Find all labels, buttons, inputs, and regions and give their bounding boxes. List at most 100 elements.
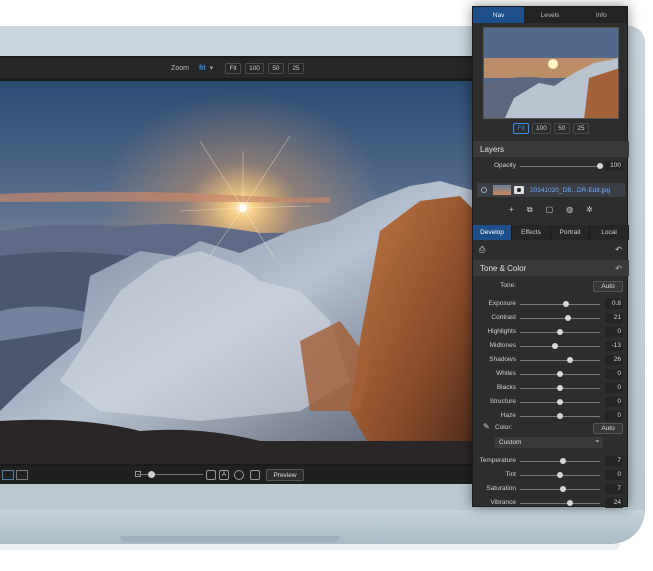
slider-value[interactable]: 0: [605, 327, 623, 337]
slider-value[interactable]: 7: [605, 484, 623, 494]
layer-mask-icon[interactable]: [514, 186, 524, 194]
nav-zoom-100-button[interactable]: 100: [532, 123, 551, 134]
crop-tool-icon[interactable]: ⎙: [479, 245, 485, 255]
slider-value[interactable]: 21: [605, 313, 623, 323]
slider-knob[interactable]: [557, 399, 563, 405]
slider-track[interactable]: [520, 360, 600, 361]
slider-label: Structure: [489, 398, 516, 405]
layer-thumbnail: [493, 185, 511, 195]
slider-row: Structure 0: [473, 396, 629, 409]
nav-zoom-50-button[interactable]: 50: [553, 123, 570, 134]
slider-knob[interactable]: [565, 315, 571, 321]
slider-label: Tint: [505, 471, 516, 478]
zoom-fit-button[interactable]: Fit: [225, 62, 242, 74]
tone-color-header[interactable]: Tone & Color ↶: [473, 260, 629, 276]
duplicate-icon[interactable]: ⧉: [527, 205, 533, 219]
layer-item[interactable]: 20141020_DB...DR-Edit.jpg: [477, 183, 625, 197]
tone-auto-button[interactable]: Auto: [593, 281, 623, 292]
slider-row: Saturation 7: [473, 483, 629, 496]
crop-icon[interactable]: [206, 470, 216, 480]
tab-portrait[interactable]: Portrait: [551, 225, 590, 240]
slider-value[interactable]: 7: [605, 456, 623, 466]
zoom-current[interactable]: fit: [199, 65, 206, 72]
tab-effects[interactable]: Effects: [512, 225, 551, 240]
zoom-label: Zoom: [171, 64, 189, 72]
main-photo[interactable]: [0, 81, 475, 464]
zoom-25-button[interactable]: 25: [287, 62, 304, 74]
slider-value[interactable]: 0: [605, 470, 623, 480]
slider-knob[interactable]: [563, 301, 570, 307]
tab-nav[interactable]: Nav: [473, 7, 525, 23]
slider-value[interactable]: 0: [605, 411, 623, 421]
opacity-slider-knob[interactable]: [597, 163, 603, 169]
laptop-shadow: [0, 544, 620, 550]
slider-value[interactable]: 26: [605, 355, 623, 365]
slider-track[interactable]: [520, 503, 600, 504]
tone-color-title: Tone & Color: [480, 263, 527, 273]
color-row: ✎ Color: Auto: [473, 422, 629, 435]
zoom-dropdown-icon[interactable]: ▾: [210, 64, 214, 72]
zoom-toolbar: Zoom fit ▾ Fit 100 50 25: [0, 58, 475, 78]
reset-icon[interactable]: ↶: [615, 245, 622, 254]
zoom-50-button[interactable]: 50: [267, 62, 284, 74]
panel-tabs: Nav Levels Info: [473, 7, 627, 23]
opacity-slider[interactable]: [520, 166, 600, 167]
slider-row: Exposure 0.8: [473, 298, 629, 311]
slider-knob[interactable]: [567, 357, 574, 363]
layers-header[interactable]: Layers: [473, 141, 629, 157]
navigator-zoom: Fit 100 50 25: [513, 123, 589, 134]
thumbnail-size-slider[interactable]: [137, 474, 203, 475]
edit-icon[interactable]: [250, 470, 260, 480]
slider-knob[interactable]: [560, 458, 567, 464]
preview-button[interactable]: Preview: [266, 469, 304, 481]
slider-knob[interactable]: [552, 343, 559, 349]
tab-info[interactable]: Info: [576, 7, 627, 23]
nav-zoom-25-button[interactable]: 25: [572, 123, 589, 134]
auto-enhance-icon[interactable]: A: [219, 470, 229, 480]
tab-local[interactable]: Local: [590, 225, 629, 240]
slider-label: Temperature: [479, 457, 517, 464]
opacity-value[interactable]: 100: [605, 161, 623, 171]
slider-label: Saturation: [486, 485, 516, 492]
slider-track[interactable]: [520, 346, 600, 347]
slider-value[interactable]: -13: [605, 341, 623, 351]
slider-track[interactable]: [520, 318, 600, 319]
slider-knob[interactable]: [557, 371, 563, 377]
slider-knob[interactable]: [560, 486, 567, 492]
develop-tabs: Develop Effects Portrait Local: [473, 225, 629, 240]
color-icon[interactable]: [234, 470, 244, 480]
adjust-icon[interactable]: ◍: [566, 205, 573, 219]
slider-knob[interactable]: [557, 472, 563, 478]
layer-name[interactable]: 20141020_DB...DR-Edit.jpg: [530, 187, 610, 194]
nav-zoom-fit-button[interactable]: Fit: [513, 123, 529, 134]
thumbnail-size-knob[interactable]: [148, 471, 155, 478]
side-panel: Nav Levels Info Fit 100 50 25 Layers Opa…: [472, 6, 629, 510]
color-auto-button[interactable]: Auto: [593, 423, 623, 434]
laptop-base-notch: [120, 536, 340, 542]
slider-value[interactable]: 0: [605, 383, 623, 393]
compare-view-button[interactable]: [16, 470, 28, 480]
tab-develop[interactable]: Develop: [473, 225, 512, 240]
slider-value[interactable]: 24: [605, 498, 623, 508]
settings-icon[interactable]: ✲: [586, 205, 593, 219]
eye-icon[interactable]: [481, 187, 487, 193]
slider-knob[interactable]: [557, 385, 563, 391]
chevron-down-icon[interactable]: ⌄: [594, 435, 601, 444]
slider-track[interactable]: [520, 304, 600, 305]
slider-knob[interactable]: [566, 500, 573, 506]
single-view-button[interactable]: [2, 470, 14, 480]
color-preset-select[interactable]: Custom: [495, 437, 603, 448]
slider-value[interactable]: 0.8: [605, 299, 623, 309]
zoom-100-button[interactable]: 100: [245, 62, 264, 74]
slider-value[interactable]: 0: [605, 369, 623, 379]
reset-icon[interactable]: ↶: [615, 264, 622, 273]
tab-levels[interactable]: Levels: [524, 7, 575, 23]
add-layer-icon[interactable]: +: [509, 205, 514, 219]
navigator-thumbnail[interactable]: [483, 27, 619, 119]
slider-row: Vibrance 24: [473, 497, 629, 510]
slider-value[interactable]: 0: [605, 397, 623, 407]
slider-knob[interactable]: [557, 413, 563, 419]
mask-icon[interactable]: ▢: [546, 205, 554, 219]
brush-icon[interactable]: ✎: [483, 422, 490, 431]
slider-knob[interactable]: [557, 329, 563, 335]
